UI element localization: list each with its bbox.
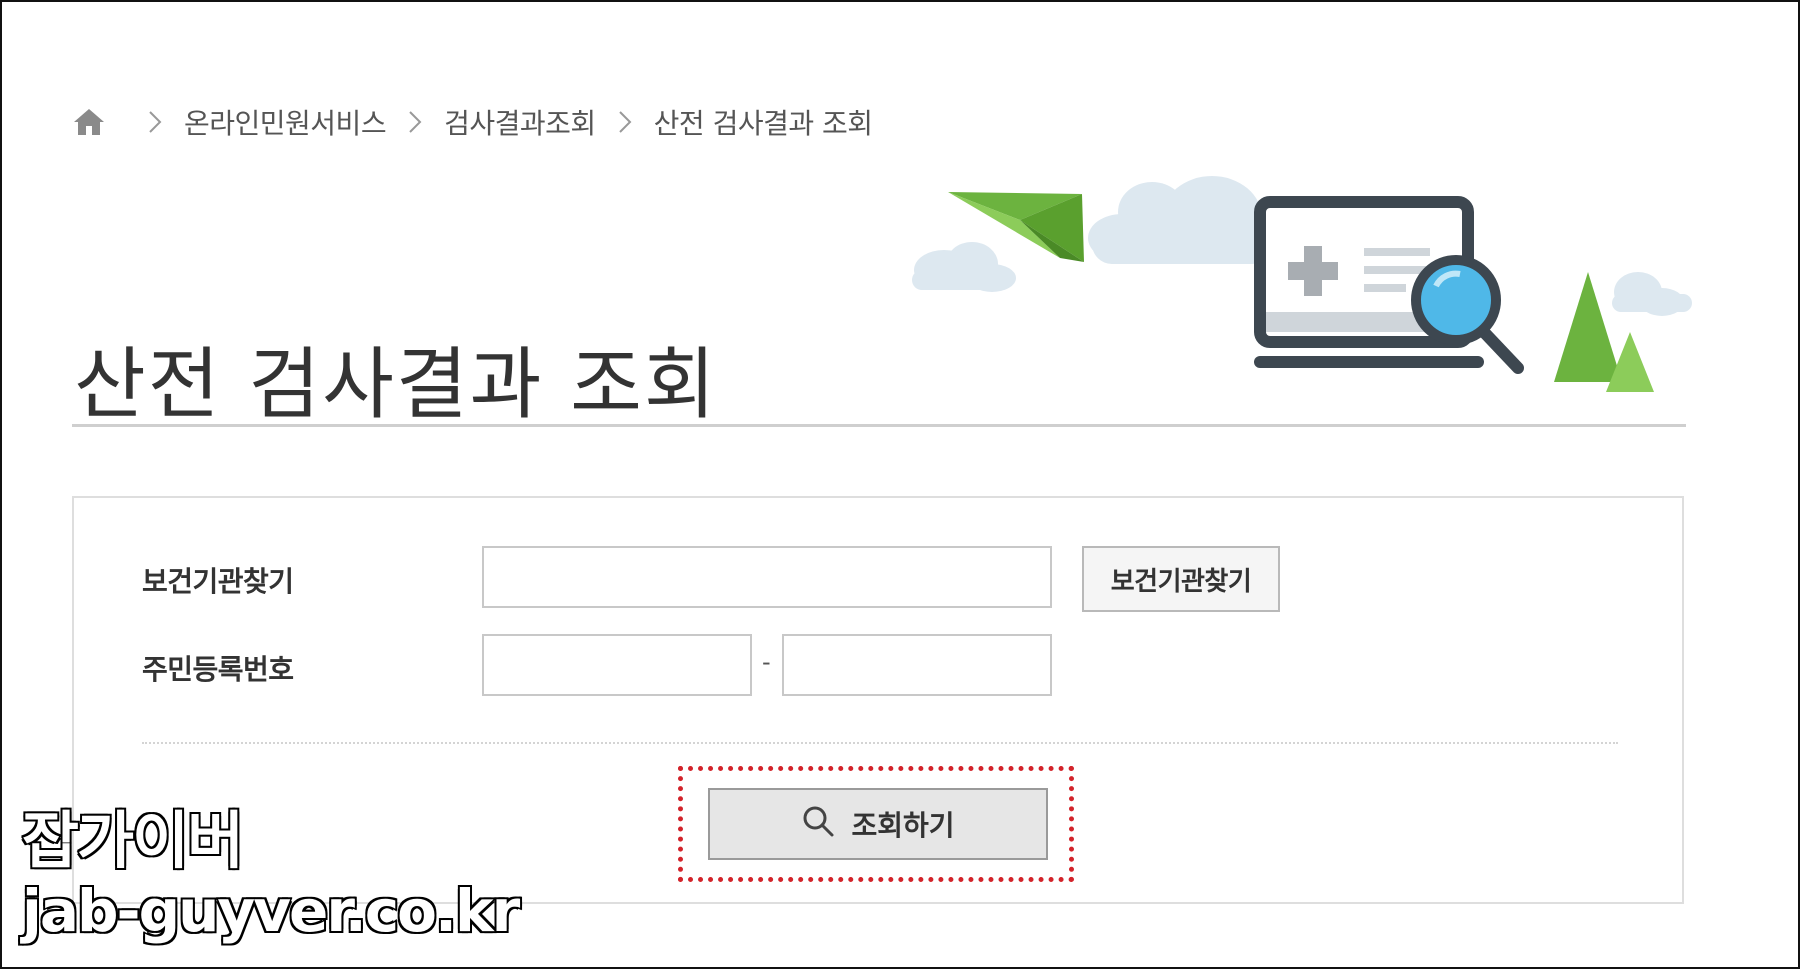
header-illustration: [882, 152, 1702, 412]
search-button-label: 조회하기: [851, 809, 955, 842]
find-institution-button[interactable]: 보건기관찾기: [1082, 546, 1280, 612]
breadcrumb-item-current: 산전 검사결과 조회: [653, 107, 873, 140]
page-frame: 온라인민원서비스 검사결과조회 산전 검사결과 조회 산전 검사결과 조회 보건…: [0, 0, 1800, 969]
home-icon[interactable]: [72, 107, 106, 137]
form-divider: [142, 742, 1618, 744]
chevron-right-icon: [610, 107, 640, 137]
rrn-separator: -: [762, 648, 771, 676]
institution-input[interactable]: [482, 546, 1052, 608]
rrn-label: 주민등록번호: [142, 653, 294, 686]
breadcrumb-item-result-lookup[interactable]: 검사결과조회: [444, 102, 596, 142]
watermark-line2: jab-guyver.co.kr: [20, 877, 521, 945]
breadcrumb-item-online-service[interactable]: 온라인민원서비스: [184, 102, 387, 142]
institution-label: 보건기관찾기: [142, 565, 294, 598]
page-title: 산전 검사결과 조회: [74, 340, 718, 431]
magnifier-icon: [1411, 255, 1524, 374]
watermark-line1: 잡가이버: [20, 804, 245, 877]
watermark: 잡가이버 jab-guyver.co.kr: [20, 804, 521, 945]
cloud-icon: [1612, 272, 1692, 316]
chevron-right-icon: [140, 107, 170, 137]
search-button[interactable]: 조회하기: [708, 788, 1048, 860]
title-divider: [72, 424, 1686, 427]
cloud-icon: [912, 242, 1016, 292]
breadcrumb: 온라인민원서비스 검사결과조회 산전 검사결과 조회: [72, 102, 873, 142]
cloud-icon: [1088, 176, 1272, 264]
rrn-second-input[interactable]: [782, 634, 1052, 696]
chevron-right-icon: [400, 107, 430, 137]
search-icon: [801, 804, 835, 845]
rrn-first-input[interactable]: [482, 634, 752, 696]
